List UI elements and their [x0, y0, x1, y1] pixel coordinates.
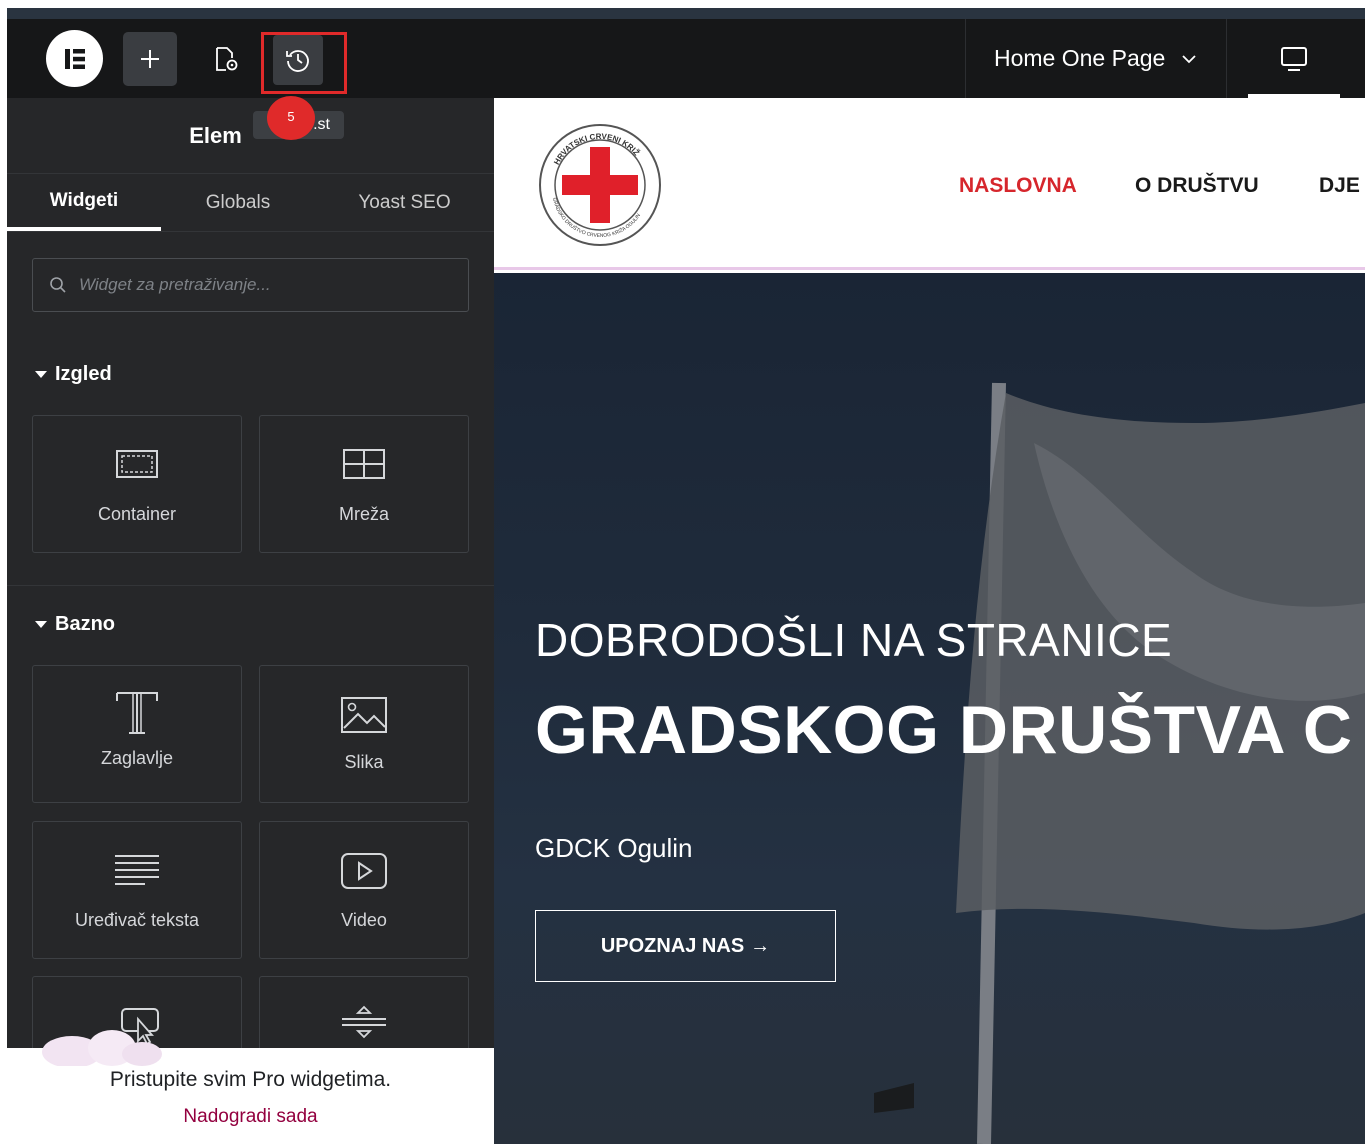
widget-label: Container — [97, 504, 177, 524]
caret-down-icon — [35, 621, 47, 628]
nav-djelatnosti[interactable]: DJE — [1319, 174, 1360, 198]
widget-uredivac-teksta[interactable]: Uređivač teksta — [32, 821, 242, 959]
search-icon — [50, 277, 66, 293]
arrow-right-icon: → — [750, 934, 771, 957]
widget-label: Zaglavlje — [100, 748, 174, 768]
section-izgled-toggle[interactable]: Izgled — [35, 363, 112, 386]
widget-label: Slika — [344, 752, 384, 772]
widget-label: Uređivač teksta — [74, 910, 200, 930]
elementor-logo-icon — [64, 48, 85, 69]
site-preview: HRVATSKI CRVENI KRIŽ GRADSKO DRUŠTVO CRV… — [494, 98, 1365, 1144]
history-highlight-box — [261, 32, 347, 94]
heading-icon — [116, 692, 158, 734]
cloud-illustration-icon — [42, 1030, 162, 1066]
elementor-logo-button[interactable] — [46, 30, 103, 87]
panel-tabs: Widgeti Globals Yoast SEO — [7, 175, 494, 232]
upoznaj-nas-button[interactable]: UPOZNAJ NAS → — [535, 910, 836, 982]
section-divider — [7, 585, 494, 586]
search-placeholder: Widget za pretraživanje... — [79, 275, 271, 294]
grid-icon — [343, 449, 385, 479]
container-icon — [116, 450, 158, 478]
page-settings-icon — [216, 47, 238, 71]
pro-promo-banner: Pristupite svim Pro widgetima. Nadogradi… — [7, 1030, 494, 1144]
widget-slika[interactable]: Slika — [259, 665, 469, 803]
upgrade-link[interactable]: Nadogradi sada — [7, 1106, 494, 1128]
page-title: Home One Page — [994, 45, 1166, 71]
section-title: Izgled — [55, 363, 112, 385]
editor-topbar: Home One Page — [7, 19, 1365, 98]
nav-naslovna[interactable]: NASLOVNA — [959, 174, 1077, 198]
section-bazno-toggle[interactable]: Bazno — [35, 613, 115, 636]
chevron-down-icon — [1182, 54, 1196, 63]
hero-section: DOBRODOŠLI NA STRANICE GRADSKOG DRUŠTVA … — [494, 273, 1365, 1144]
top-strip — [0, 0, 1365, 20]
divider-icon — [342, 1005, 386, 1039]
image-icon — [341, 697, 387, 733]
plus-icon — [141, 50, 159, 68]
step-badge: 5 — [267, 96, 315, 140]
text-editor-icon — [115, 855, 159, 885]
desktop-icon — [1281, 46, 1307, 71]
red-cross-logo[interactable]: HRVATSKI CRVENI KRIŽ GRADSKO DRUŠTVO CRV… — [538, 123, 662, 247]
widget-search-input[interactable]: Widget za pretraživanje... — [32, 258, 469, 312]
tab-widgets[interactable]: Widgeti — [7, 175, 161, 231]
tab-globals[interactable]: Globals — [161, 175, 315, 231]
hero-subtitle: DOBRODOŠLI NA STRANICE — [535, 614, 1173, 666]
widget-video[interactable]: Video — [259, 821, 469, 959]
widget-label: Video — [341, 910, 387, 930]
video-icon — [341, 853, 387, 889]
panel-title: Elem — [189, 122, 242, 148]
hero-button-label: UPOZNAJ NAS — [600, 934, 745, 957]
top-strip-bar — [7, 8, 1365, 19]
page-settings-button[interactable] — [199, 32, 253, 86]
caret-down-icon — [35, 371, 47, 378]
elements-panel: Elem Widgeti Globals Yoast SEO Widget za… — [7, 98, 494, 1144]
widget-container[interactable]: Container — [32, 415, 242, 553]
desktop-view-button[interactable] — [1248, 19, 1340, 98]
promo-text: Pristupite svim Pro widgetima. — [109, 1068, 392, 1091]
nav-o-drustvu[interactable]: O DRUŠTVU — [1135, 174, 1259, 198]
hero-title: GRADSKOG DRUŠTVA C — [535, 692, 1353, 768]
section-title: Bazno — [55, 613, 115, 635]
panel-header: Elem — [7, 98, 494, 174]
widget-zaglavlje[interactable]: Zaglavlje — [32, 665, 242, 803]
widget-label: Mreža — [338, 504, 389, 524]
site-header: HRVATSKI CRVENI KRIŽ GRADSKO DRUŠTVO CRV… — [494, 98, 1365, 270]
page-selector[interactable]: Home One Page — [965, 19, 1227, 98]
widget-mreza[interactable]: Mreža — [259, 415, 469, 553]
hero-organization: GDCK Ogulin — [535, 833, 693, 863]
add-element-button[interactable] — [123, 32, 177, 86]
tab-yoast-seo[interactable]: Yoast SEO — [315, 175, 494, 231]
